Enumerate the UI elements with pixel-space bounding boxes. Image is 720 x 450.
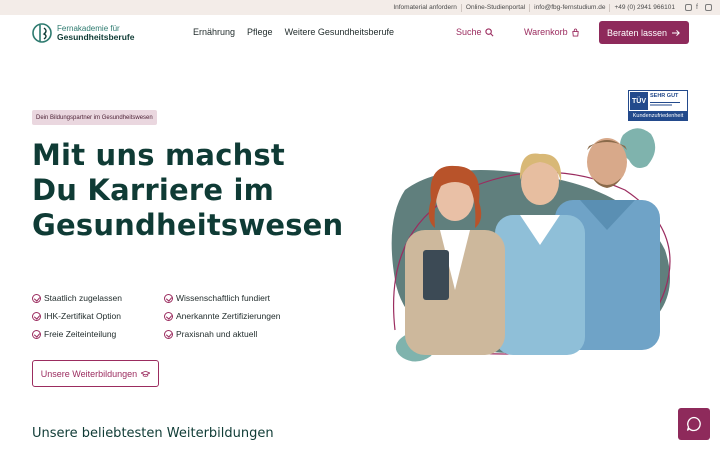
search-label: Suche <box>456 27 482 37</box>
hero-headline: Mit uns machst Du Karriere im Gesundheit… <box>32 138 343 243</box>
facebook-icon[interactable]: f <box>696 4 701 11</box>
feature-label: Freie Zeiteinteilung <box>44 329 117 339</box>
feature-item: IHK-Zertifikat Option <box>32 310 164 322</box>
feature-list: Staatlich zugelassen Wissenschaftlich fu… <box>32 292 314 340</box>
search-button[interactable]: Suche <box>456 27 494 37</box>
phone-link[interactable]: +49 (0) 2941 966101 <box>610 4 679 12</box>
graduation-cap-icon <box>141 370 151 377</box>
hero-badge: Dein Bildungspartner im Gesundheitswesen <box>32 110 157 125</box>
check-icon <box>32 293 41 303</box>
cart-label: Warenkorb <box>524 27 568 37</box>
check-icon <box>32 311 41 321</box>
feature-label: Anerkannte Zertifizierungen <box>176 311 281 321</box>
logo-line2: Gesundheitsberufe <box>57 32 135 42</box>
feature-label: IHK-Zertifikat Option <box>44 311 121 321</box>
arrow-right-icon <box>672 29 680 36</box>
tuv-fineprint <box>650 101 684 108</box>
logo-mark-icon <box>32 23 52 43</box>
instagram-icon[interactable] <box>685 4 692 11</box>
tuv-label: Kundenzufriedenheit <box>629 111 687 120</box>
hero-image <box>391 128 671 362</box>
social-links: f <box>685 4 712 11</box>
feature-item: Wissenschaftlich fundiert <box>164 292 314 304</box>
feature-label: Staatlich zugelassen <box>44 293 122 303</box>
site-logo[interactable]: Fernakademie für Gesundheitsberufe <box>32 23 134 43</box>
headline-line: Du Karriere im <box>32 173 275 207</box>
linkedin-icon[interactable] <box>705 4 712 11</box>
headline-line: Mit uns machst <box>32 138 285 172</box>
cta-label: Beraten lassen <box>606 27 668 38</box>
chat-bubble-icon <box>686 416 701 432</box>
tuv-seal[interactable]: TÜV SEHR GUT Kundenzufriedenheit <box>628 90 688 121</box>
weiterbildungen-label: Unsere Weiterbildungen <box>40 368 138 379</box>
section-title: Unsere beliebtesten Weiterbildungen <box>32 426 274 441</box>
headline-line: Gesundheitswesen <box>32 208 344 242</box>
chat-button[interactable] <box>678 408 710 440</box>
infomaterial-link[interactable]: Infomaterial anfordern <box>389 3 462 12</box>
main-nav: Ernährung Pflege Weitere Gesundheitsberu… <box>193 27 394 37</box>
check-icon <box>32 329 41 339</box>
search-icon <box>484 27 494 36</box>
tuv-logo: TÜV <box>630 92 648 110</box>
email-link[interactable]: info@fbg-fernstudium.de <box>530 3 611 12</box>
check-icon <box>164 293 173 303</box>
check-icon <box>164 329 173 339</box>
feature-label: Praxisnah und aktuell <box>176 329 258 339</box>
feature-item: Praxisnah und aktuell <box>164 328 314 340</box>
feature-item: Anerkannte Zertifizierungen <box>164 310 314 322</box>
nav-item-ernaehrung[interactable]: Ernährung <box>193 27 235 37</box>
feature-label: Wissenschaftlich fundiert <box>176 293 271 303</box>
beraten-lassen-button[interactable]: Beraten lassen <box>599 21 689 44</box>
nav-item-pflege[interactable]: Pflege <box>247 27 273 37</box>
feature-item: Freie Zeiteinteilung <box>32 328 164 340</box>
cart-button[interactable]: Warenkorb <box>524 27 580 37</box>
check-icon <box>164 311 173 321</box>
top-bar: Infomaterial anfordern Online-Studienpor… <box>0 0 720 15</box>
studienportal-link[interactable]: Online-Studienportal <box>462 3 531 12</box>
cart-icon <box>571 27 579 37</box>
feature-item: Staatlich zugelassen <box>32 292 164 304</box>
nav-item-weitere[interactable]: Weitere Gesundheitsberufe <box>285 27 394 37</box>
weiterbildungen-button[interactable]: Unsere Weiterbildungen <box>32 360 159 387</box>
tuv-rating: SEHR GUT <box>650 93 679 99</box>
